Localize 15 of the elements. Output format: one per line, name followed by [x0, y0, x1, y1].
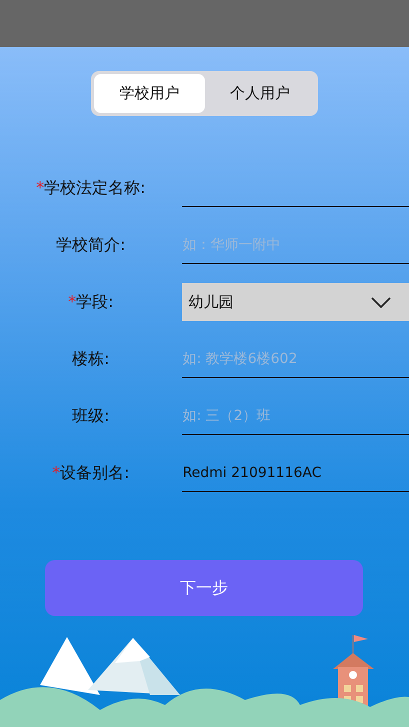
- field-label: 学校简介:: [55, 234, 126, 256]
- field-label: *学校法定名称:: [35, 178, 146, 198]
- user-type-tab[interactable]: 学校用户: [94, 74, 204, 113]
- input-field[interactable]: 如：华师一附中: [182, 226, 409, 264]
- input-field[interactable]: 如: 教学楼6楼602: [182, 340, 409, 378]
- input-field[interactable]: Redmi 21091116AC: [182, 454, 409, 492]
- field-label: *学段:: [67, 292, 114, 312]
- next-button[interactable]: 下一步: [45, 560, 363, 616]
- field-label: *设备别名:: [51, 462, 130, 484]
- dropdown[interactable]: 幼儿园: [182, 283, 409, 321]
- chevron-down-icon: [371, 296, 391, 308]
- input-field[interactable]: 如: 三（2）班: [182, 397, 409, 435]
- user-type-tab[interactable]: 个人用户: [204, 74, 315, 113]
- field-label: 班级:: [71, 406, 110, 426]
- field-label: 楼栋:: [71, 348, 110, 370]
